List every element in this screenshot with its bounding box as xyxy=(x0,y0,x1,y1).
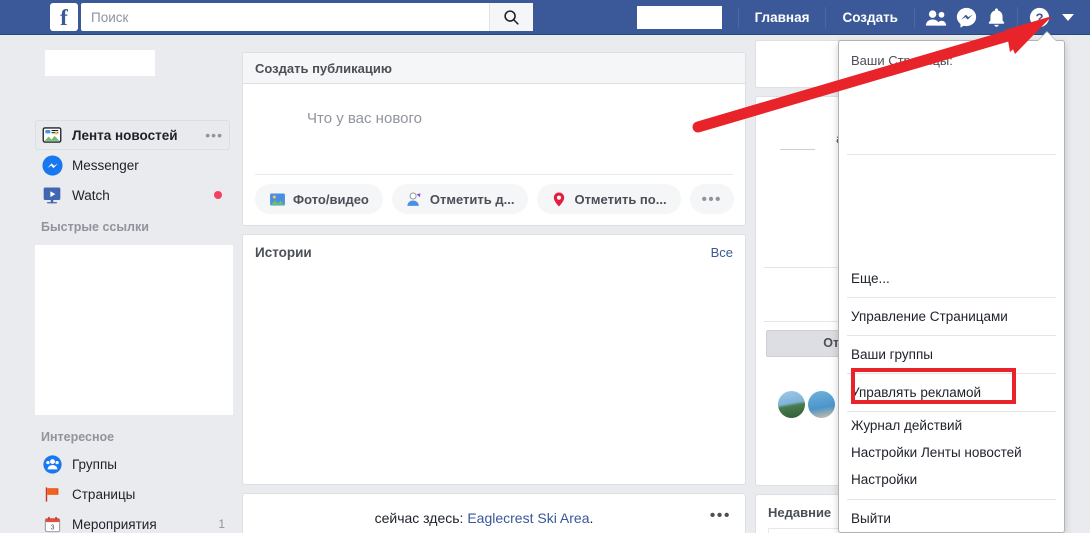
menu-item-logout[interactable]: Выйти xyxy=(839,500,1064,533)
events-calendar-icon: 3 xyxy=(41,513,63,533)
divider-line xyxy=(780,149,815,150)
pages-flag-icon xyxy=(41,483,63,505)
menu-item-more[interactable]: Еще... xyxy=(839,260,1064,297)
watch-unread-dot-icon xyxy=(214,191,222,199)
home-link[interactable]: Главная xyxy=(745,10,820,25)
stories-see-all-link[interactable]: Все xyxy=(711,245,733,260)
feed-post-card: сейчас здесь: Eaglecrest Ski Area. ••• xyxy=(242,493,746,533)
messenger-button[interactable] xyxy=(951,0,981,35)
page-root: f Главная Создать xyxy=(0,0,1090,533)
sidebar-item-label: Группы xyxy=(72,456,117,472)
sidebar-item-groups[interactable]: Группы xyxy=(35,449,233,479)
tag-friends-icon xyxy=(407,191,421,206)
groups-icon xyxy=(41,453,63,475)
create-post-title: Создать публикацию xyxy=(243,53,745,84)
menu-item-activity-log[interactable]: Журнал действий xyxy=(839,412,1064,439)
menu-item-manage-ads[interactable]: Управлять рекламой xyxy=(839,374,1064,411)
stories-card: Истории Все xyxy=(242,234,746,485)
sidebar-heading-interesting: Интересное xyxy=(41,430,115,444)
watch-icon xyxy=(41,184,63,206)
sidebar-item-label: Watch xyxy=(72,187,110,203)
facebook-logo-icon[interactable]: f xyxy=(50,3,78,31)
sidebar-primary-nav: Лента новостей ••• Messenger Watch Быстр… xyxy=(35,120,230,239)
menu-item-manage-pages[interactable]: Управление Страницами xyxy=(839,298,1064,335)
sidebar-profile-blurred[interactable] xyxy=(45,50,155,76)
dropdown-pointer-arrow xyxy=(1038,32,1056,41)
create-link[interactable]: Создать xyxy=(832,10,908,25)
profile-name-blurred[interactable] xyxy=(636,6,722,29)
friend-requests-button[interactable] xyxy=(921,0,951,35)
composer-input-area[interactable]: Что у вас нового xyxy=(243,84,745,162)
photo-video-button[interactable]: Фото/видео xyxy=(255,184,383,214)
menu-item-your-groups[interactable]: Ваши группы xyxy=(839,336,1064,373)
post-suffix: . xyxy=(589,510,594,526)
sidebar-item-label: Страницы xyxy=(72,486,136,502)
stories-blurred-content xyxy=(243,269,745,484)
stories-title: Истории xyxy=(255,244,312,260)
search-button[interactable] xyxy=(489,3,533,31)
search-bar[interactable] xyxy=(81,3,533,31)
sidebar-item-label: Лента новостей xyxy=(72,127,178,143)
left-sidebar: Лента новостей ••• Messenger Watch Быстр… xyxy=(0,35,240,533)
sidebar-item-watch[interactable]: Watch xyxy=(35,180,230,210)
more-options-button[interactable]: ••• xyxy=(689,184,734,214)
sidebar-news-feed-options-icon[interactable]: ••• xyxy=(205,128,223,142)
menu-item-news-feed-settings[interactable]: Настройки Ленты новостей xyxy=(839,439,1064,466)
events-count-badge: 1 xyxy=(218,517,225,531)
post-location-text: сейчас здесь: Eaglecrest Ski Area. xyxy=(255,510,733,526)
your-pages-label: Ваши Страницы: xyxy=(851,53,953,68)
header-divider-3 xyxy=(914,7,915,28)
svg-text:3: 3 xyxy=(50,523,54,531)
account-dropdown-button[interactable] xyxy=(1054,0,1082,35)
help-icon: ? xyxy=(1029,7,1049,28)
tag-location-button[interactable]: Отметить по... xyxy=(537,184,681,214)
create-post-card: Создать публикацию Что у вас нового Фото… xyxy=(242,52,746,226)
chevron-down-icon xyxy=(1062,14,1074,21)
location-pin-icon xyxy=(554,192,565,206)
menu-item-settings[interactable]: Настройки xyxy=(839,466,1064,493)
header-divider-1 xyxy=(737,7,739,28)
top-navigation-bar: f Главная Создать xyxy=(0,0,1090,35)
sidebar-item-pages[interactable]: Страницы xyxy=(35,479,233,509)
post-location-link[interactable]: Eaglecrest Ski Area xyxy=(467,510,589,526)
notifications-bell-icon xyxy=(988,8,1004,27)
composer-action-row: Фото/видео Отметить д... Отметить по... … xyxy=(243,175,745,225)
tag-friends-button[interactable]: Отметить д... xyxy=(391,184,529,214)
photo-video-icon xyxy=(270,192,285,206)
post-prefix: сейчас здесь: xyxy=(374,510,468,526)
sidebar-item-events[interactable]: 3 Мероприятия 1 xyxy=(35,509,233,533)
svg-text:?: ? xyxy=(1035,10,1043,25)
friend-requests-icon xyxy=(925,9,947,26)
sidebar-interesting-section: Интересное Группы Страницы 3 Мероприятия… xyxy=(35,420,233,533)
avatar[interactable] xyxy=(778,391,805,418)
sidebar-heading-quick-links: Быстрые ссылки xyxy=(41,220,149,234)
header-divider-2 xyxy=(825,7,827,28)
messenger-icon xyxy=(956,7,976,28)
chip-label: Отметить по... xyxy=(574,191,667,207)
header-right-cluster: Главная Создать ? xyxy=(636,0,1090,35)
messenger-icon xyxy=(41,154,63,176)
search-icon xyxy=(504,9,519,25)
center-feed-column: Создать публикацию Что у вас нового Фото… xyxy=(242,52,746,533)
chip-label: Фото/видео xyxy=(293,191,369,207)
stories-header: Истории Все xyxy=(243,235,745,269)
account-dropdown-menu: Ваши Страницы: Еще... Управление Страниц… xyxy=(838,40,1065,533)
chip-label: Отметить д... xyxy=(429,191,515,207)
pages-list-blurred xyxy=(839,68,1064,154)
sidebar-item-messenger[interactable]: Messenger xyxy=(35,150,230,180)
sidebar-item-label: Мероприятия xyxy=(72,516,157,532)
avatar[interactable] xyxy=(808,391,835,418)
news-feed-icon xyxy=(41,124,63,146)
composer-placeholder: Что у вас нового xyxy=(307,110,422,127)
help-button[interactable]: ? xyxy=(1024,0,1054,35)
sidebar-item-label: Messenger xyxy=(72,157,139,173)
notifications-button[interactable] xyxy=(981,0,1011,35)
search-input[interactable] xyxy=(81,3,489,31)
more-options-icon: ••• xyxy=(701,190,722,208)
pages-list-blurred-2 xyxy=(839,155,1064,260)
quick-links-blurred-block xyxy=(35,245,233,415)
post-options-icon[interactable]: ••• xyxy=(710,508,731,524)
sidebar-item-news-feed[interactable]: Лента новостей ••• xyxy=(35,120,230,150)
header-divider-4 xyxy=(1017,7,1018,28)
